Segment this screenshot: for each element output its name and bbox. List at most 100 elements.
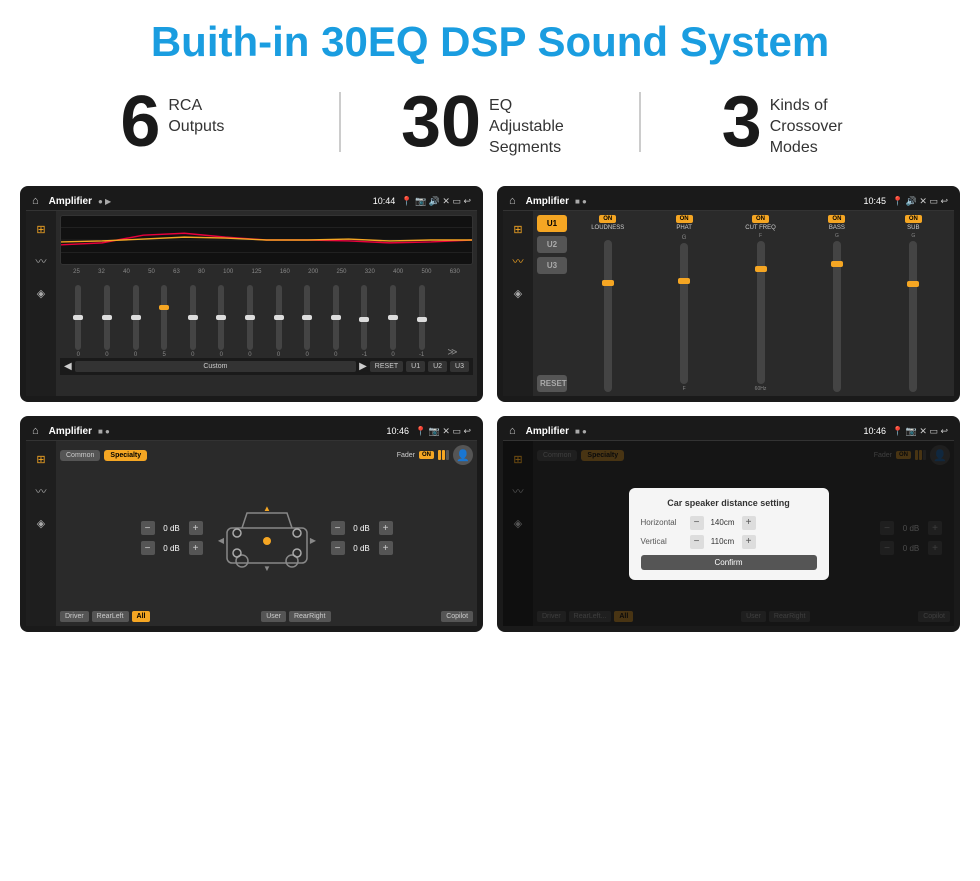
vol-left1-minus[interactable]: − [141,521,155,535]
reset-amp-btn[interactable]: RESET [537,375,567,392]
preset-u2[interactable]: U2 [537,236,567,253]
phat-label: PHAT [676,225,692,231]
dialog-vertical: Vertical − 110cm + [641,535,817,549]
u1-btn[interactable]: U1 [406,361,425,372]
stat-eq-text: EQ Adjustable Segments [489,86,579,158]
vol-left1-plus[interactable]: + [189,521,203,535]
vol-right-1: − 0 dB + [331,521,393,535]
screen-content-3: ⊞ 〰 ◈ Common Specialty Fader ON [26,441,477,626]
driver-btn[interactable]: Driver [60,611,89,622]
vol-left2-val: 0 dB [158,544,186,553]
expand-icon[interactable]: ≫ [447,347,457,358]
mode-common[interactable]: Common [60,450,100,461]
eq-slider-9[interactable]: 0 [333,285,339,358]
eq-slider-1[interactable]: 0 [104,285,110,358]
home-icon-1[interactable]: ⌂ [32,195,39,207]
mode-specialty[interactable]: Specialty [104,450,147,461]
left-sidebar-3: ⊞ 〰 ◈ [26,441,56,626]
speaker-icon-3[interactable]: ◈ [31,513,51,533]
sub-slider[interactable] [909,241,917,392]
vertical-minus[interactable]: − [690,535,704,549]
wave-icon-2[interactable]: 〰 [508,251,528,271]
home-icon-2[interactable]: ⌂ [509,195,516,207]
loudness-slider[interactable] [604,240,612,392]
eq-slider-7[interactable]: 0 [276,285,282,358]
speaker-icon-2[interactable]: ◈ [508,283,528,303]
wave-icon[interactable]: 〰 [31,251,51,271]
eq-slider-3[interactable]: 5 [161,285,167,358]
cutfreq-slider[interactable] [757,241,765,384]
eq-icon[interactable]: ⊞ [31,219,51,239]
vol-right1-plus[interactable]: + [379,521,393,535]
cutfreq-on[interactable]: ON [752,215,769,223]
eq-icon-3[interactable]: ⊞ [31,449,51,469]
eq-slider-11[interactable]: 0 [390,285,396,358]
stat-crossover-number: 3 [722,86,762,158]
phat-slider[interactable] [680,243,688,384]
reset-btn[interactable]: RESET [370,361,403,372]
vol-left2-minus[interactable]: − [141,541,155,555]
vol-left2-plus[interactable]: + [189,541,203,555]
stat-crossover-text: Kinds of Crossover Modes [770,86,860,158]
all-btn[interactable]: All [132,611,151,622]
amp-controls: ON LOUDNESS ON PHAT G [571,215,950,392]
vol-right2-minus[interactable]: − [331,541,345,555]
phat-on[interactable]: ON [676,215,693,223]
ctrl-loudness: ON LOUDNESS [571,215,644,392]
rearleft-btn[interactable]: RearLeft [92,611,129,622]
sub-label: SUB [907,225,919,231]
eq-slider-12[interactable]: -1 [419,285,425,358]
loudness-label: LOUDNESS [591,225,624,231]
screen-speaker: ⌂ Amplifier ■ ● 10:46 📍 📷 ✕ ▭ ↩ ⊞ 〰 ◈ Co… [20,416,483,632]
bass-slider[interactable] [833,241,841,392]
copilot-btn[interactable]: Copilot [441,611,473,622]
svg-text:▶: ▶ [309,536,316,545]
vol-left-2: − 0 dB + [141,541,203,555]
preset-u3[interactable]: U3 [537,257,567,274]
wave-icon-3[interactable]: 〰 [31,481,51,501]
prev-btn[interactable]: ◀ [64,361,72,372]
horizontal-plus[interactable]: + [742,516,756,530]
eq-slider-4[interactable]: 0 [190,285,196,358]
home-icon-4[interactable]: ⌂ [509,425,516,437]
next-btn[interactable]: ▶ [359,361,367,372]
bass-on[interactable]: ON [828,215,845,223]
vol-right2-plus[interactable]: + [379,541,393,555]
eq-slider-2[interactable]: 0 [133,285,139,358]
confirm-button[interactable]: Confirm [641,555,817,570]
ctrl-bass: ON BASS G [800,215,873,392]
time-3: 10:46 [386,426,409,436]
rearright-btn[interactable]: RearRight [289,611,331,622]
user-btn[interactable]: User [261,611,286,622]
user-avatar[interactable]: 👤 [453,445,473,465]
eq-slider-8[interactable]: 0 [304,285,310,358]
preset-u1[interactable]: U1 [537,215,567,232]
speaker-bottom: Driver RearLeft All User RearRight Copil… [60,611,473,622]
eq-slider-10[interactable]: -1 [361,285,367,358]
eq-slider-6[interactable]: 0 [247,285,253,358]
vertical-plus[interactable]: + [742,535,756,549]
u2-btn[interactable]: U2 [428,361,447,372]
home-icon-3[interactable]: ⌂ [32,425,39,437]
stat-eq-number: 30 [401,86,481,158]
eq-slider-5[interactable]: 0 [218,285,224,358]
time-2: 10:45 [863,196,886,206]
horizontal-minus[interactable]: − [690,516,704,530]
stat-rca-text: RCA Outputs [168,86,258,138]
u3-btn[interactable]: U3 [450,361,469,372]
eq-area: 253240506380100125160200250320400500630 … [56,211,477,396]
vol-right1-minus[interactable]: − [331,521,345,535]
status-bar-1: ⌂ Amplifier ● ▶ 10:44 📍 📷 🔊 ✕ ▭ ↩ [26,192,477,211]
status-icons-4: 📍 📷 ✕ ▭ ↩ [892,426,948,437]
eq-icon-2[interactable]: ⊞ [508,219,528,239]
loudness-on[interactable]: ON [599,215,616,223]
speaker-icon[interactable]: ◈ [31,283,51,303]
status-icons-1: 📍 📷 🔊 ✕ ▭ ↩ [401,196,471,207]
fader-on[interactable]: ON [419,451,434,459]
fader-bars [438,450,449,460]
sub-on[interactable]: ON [905,215,922,223]
custom-btn[interactable]: Custom [75,361,356,372]
eq-slider-0[interactable]: 0 [75,285,81,358]
stat-divider-1 [339,92,341,152]
screen-dialog: ⌂ Amplifier ■ ● 10:46 📍 📷 ✕ ▭ ↩ ⊞ 〰 ◈ Co… [497,416,960,632]
